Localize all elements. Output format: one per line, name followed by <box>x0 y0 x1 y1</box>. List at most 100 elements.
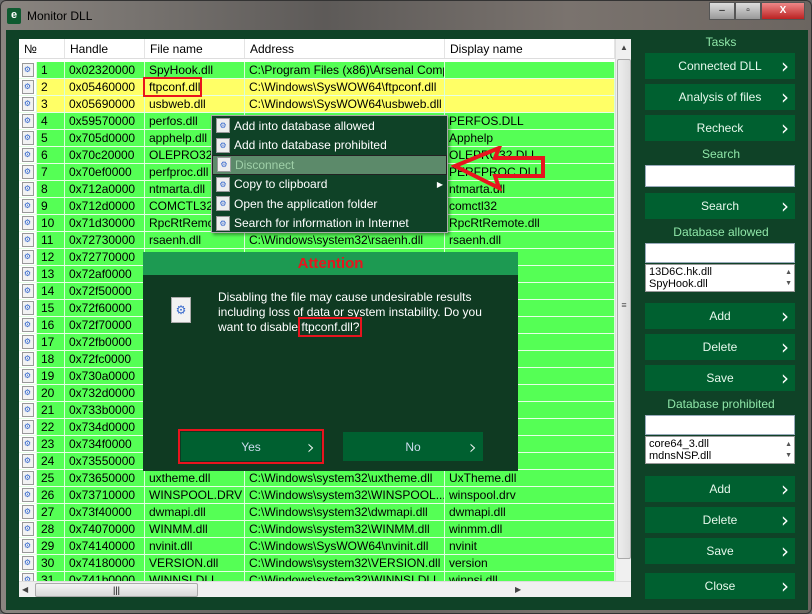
list-item[interactable]: core64_3.dll <box>649 438 791 450</box>
cell-n: 9 <box>37 198 65 214</box>
cell-address: C:\Windows\SysWOW64\ftpconf.dll <box>245 79 445 95</box>
table-row[interactable]: ⚙ 26 0x73710000 WINSPOOL.DRV C:\Windows\syst… <box>19 487 615 504</box>
col-file-name[interactable]: File name <box>145 39 245 58</box>
cell-n: 20 <box>37 385 65 401</box>
list-item[interactable]: 13D6C.hk.dll <box>649 266 791 278</box>
button-label: Add <box>709 482 731 496</box>
cell-n: 19 <box>37 368 65 384</box>
allowed-input[interactable] <box>645 243 795 263</box>
dll-file-icon: ⚙ <box>216 118 230 134</box>
chevron-right-icon: › <box>781 539 789 563</box>
cell-address: C:\Windows\system32\uxtheme.dll <box>245 470 445 486</box>
col-handle[interactable]: Handle <box>65 39 145 58</box>
allowed-save-button[interactable]: Save › <box>645 365 795 391</box>
table-row[interactable]: ⚙ 11 0x72730000 rsaenh.dll C:\Windows\system… <box>19 232 615 249</box>
cell-handle: 0x73f40000 <box>65 504 145 520</box>
prohibited-save-button[interactable]: Save › <box>645 538 795 564</box>
list-scroll-arrows[interactable]: ▲ ▼ <box>785 267 792 289</box>
connected-dll-button[interactable]: Connected DLL › <box>645 53 795 79</box>
list-item[interactable]: mdnsNSP.dll <box>649 450 791 462</box>
dll-file-icon: ⚙ <box>19 487 37 503</box>
search-input[interactable] <box>645 165 795 187</box>
cell-n: 21 <box>37 402 65 418</box>
cell-file: dwmapi.dll <box>145 504 245 520</box>
menu-item[interactable]: ⚙ Disconnect <box>212 155 447 175</box>
red-arrow-annotation <box>451 146 545 191</box>
menu-item[interactable]: ⚙ Search for information in Internet <box>212 214 447 234</box>
menu-item-label: Open the application folder <box>234 196 378 211</box>
table-row[interactable]: ⚙ 3 0x05690000 usbweb.dll C:\Windows\SysWOW6… <box>19 96 615 113</box>
close-window-button[interactable]: X <box>761 2 805 20</box>
table-row[interactable]: ⚙ 28 0x74070000 WINMM.dll C:\Windows\system3… <box>19 521 615 538</box>
allowed-add-button[interactable]: Add › <box>645 303 795 329</box>
recheck-button[interactable]: Recheck › <box>645 115 795 141</box>
close-button[interactable]: Close › <box>645 573 795 599</box>
col-number[interactable]: № <box>19 39 65 58</box>
prohibited-add-button[interactable]: Add › <box>645 476 795 502</box>
dll-file-icon: ⚙ <box>19 130 37 146</box>
prohibited-input[interactable] <box>645 415 795 435</box>
menu-item[interactable]: ⚙ Open the application folder <box>212 194 447 214</box>
list-scroll-arrows[interactable]: ▲ ▼ <box>785 439 792 461</box>
prohibited-list[interactable]: core64_3.dll mdnsNSP.dll ▲ ▼ <box>645 436 795 464</box>
cell-n: 4 <box>37 113 65 129</box>
dll-file-icon: ⚙ <box>19 351 37 367</box>
dll-file-icon: ⚙ <box>216 176 230 192</box>
cell-handle: 0x73550000 <box>65 453 145 469</box>
col-address[interactable]: Address <box>245 39 445 58</box>
horizontal-scrollbar[interactable]: ◀ ||| ▶ <box>19 581 631 597</box>
cell-file: uxtheme.dll <box>145 470 245 486</box>
cell-display: UxTheme.dll <box>445 470 615 486</box>
table-row[interactable]: ⚙ 25 0x73650000 uxtheme.dll C:\Windows\syste… <box>19 470 615 487</box>
minimize-button[interactable]: – <box>709 2 735 20</box>
menu-item[interactable]: ⚙ Add into database allowed <box>212 116 447 136</box>
dll-file-icon: ⚙ <box>19 419 37 435</box>
list-item[interactable]: SpyHook.dll <box>649 278 791 290</box>
dll-file-icon: ⚙ <box>19 249 37 265</box>
dialog-title: Attention <box>143 252 518 275</box>
table-row[interactable]: ⚙ 1 0x02320000 SpyHook.dll C:\Program Files … <box>19 62 615 79</box>
maximize-button[interactable]: ▫ <box>735 2 761 20</box>
file-highlight: ftpconf.dll? <box>298 317 363 337</box>
table-row[interactable]: ⚙ 30 0x74180000 VERSION.dll C:\Windows\syste… <box>19 555 615 572</box>
menu-item[interactable]: ⚙ Copy to clipboard ▶ <box>212 175 447 195</box>
table-row[interactable]: ⚙ 29 0x74140000 nvinit.dll C:\Windows\SysWOW… <box>19 538 615 555</box>
cell-handle: 0x730a0000 <box>65 368 145 384</box>
menu-item-label: Disconnect <box>235 157 295 172</box>
menu-item-label: Add into database allowed <box>234 118 375 133</box>
scroll-thumb[interactable]: ≡ <box>617 59 631 559</box>
cell-display <box>445 79 615 95</box>
vertical-scrollbar[interactable]: ▲ ≡ <box>615 39 631 581</box>
yes-button[interactable]: Yes › <box>178 429 324 464</box>
dll-file-icon: ⚙ <box>19 79 37 95</box>
allowed-delete-button[interactable]: Delete › <box>645 334 795 360</box>
button-label: Yes <box>241 439 261 454</box>
cell-handle: 0x734f0000 <box>65 436 145 452</box>
analysis-of-files-button[interactable]: Analysis of files › <box>645 84 795 110</box>
table-header: № Handle File name Address Display name <box>19 39 615 59</box>
cell-display: dwmapi.dll <box>445 504 615 520</box>
menu-item[interactable]: ⚙ Add into database prohibited <box>212 136 447 156</box>
cell-n: 7 <box>37 164 65 180</box>
dll-file-icon: ⚙ <box>19 368 37 384</box>
dll-file-icon: ⚙ <box>19 283 37 299</box>
allowed-list[interactable]: 13D6C.hk.dll SpyHook.dll ▲ ▼ <box>645 264 795 292</box>
cell-handle: 0x72fb0000 <box>65 334 145 350</box>
cell-address: C:\Program Files (x86)\Arsenal Comp... <box>245 62 445 78</box>
cell-handle: 0x72f50000 <box>65 283 145 299</box>
cell-handle: 0x74140000 <box>65 538 145 554</box>
dll-file-icon: ⚙ <box>19 538 37 554</box>
scroll-thumb[interactable]: ||| <box>35 583 198 597</box>
prohibited-delete-button[interactable]: Delete › <box>645 507 795 533</box>
cell-handle: 0x71d30000 <box>65 215 145 231</box>
search-button[interactable]: Search › <box>645 193 795 219</box>
no-button[interactable]: No › <box>343 432 483 461</box>
cell-display: nvinit <box>445 538 615 554</box>
chevron-right-icon: › <box>781 335 789 359</box>
cell-handle: 0x05460000 <box>65 79 145 95</box>
button-label: Close <box>704 579 736 593</box>
col-display-name[interactable]: Display name <box>445 39 615 58</box>
table-row[interactable]: ⚙ 27 0x73f40000 dwmapi.dll C:\Windows\system… <box>19 504 615 521</box>
table-row[interactable]: ⚙ 2 0x05460000 ftpconf.dll C:\Windows\SysWOW… <box>19 79 615 96</box>
cell-address: C:\Windows\SysWOW64\usbweb.dll <box>245 96 445 112</box>
